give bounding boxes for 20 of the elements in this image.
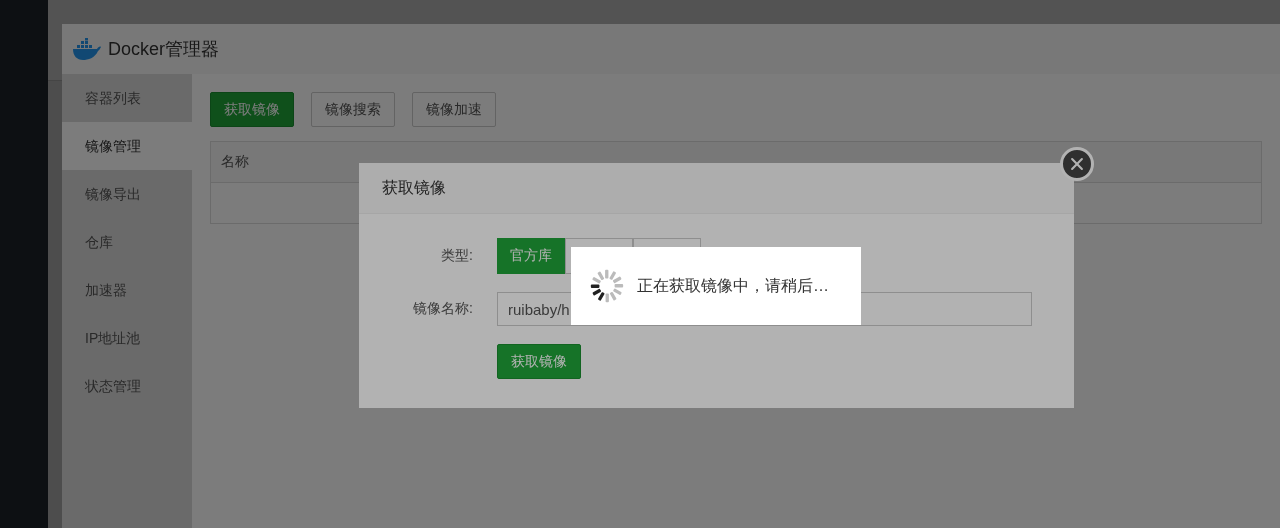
sidebar-item[interactable]: IP地址池 — [62, 314, 192, 362]
toolbar-button[interactable]: 镜像加速 — [412, 92, 496, 127]
sidebar-item[interactable]: 仓库 — [62, 218, 192, 266]
sidebar-item[interactable]: 容器列表 — [62, 74, 192, 122]
spinner-icon — [588, 267, 626, 305]
field-label: 类型: — [440, 247, 473, 265]
toolbar-button[interactable]: 镜像搜索 — [311, 92, 395, 127]
dialog-title: 获取镜像 — [382, 177, 446, 198]
sidebar-item[interactable]: 镜像导出 — [62, 170, 192, 218]
field-label: 镜像名称: — [412, 300, 473, 318]
window-title: Docker管理器 — [108, 38, 219, 61]
sidebar-item[interactable]: 加速器 — [62, 266, 192, 314]
loading-message: 正在获取镜像中，请稍后… — [637, 275, 829, 296]
toolbar-button[interactable]: 获取镜像 — [210, 92, 294, 127]
fetch-button[interactable]: 获取镜像 — [497, 344, 581, 379]
whale-icon — [72, 38, 102, 60]
sidebar-item[interactable]: 镜像管理 — [62, 122, 192, 170]
column-header: 名称 — [220, 153, 250, 171]
sidebar-item[interactable]: 状态管理 — [62, 362, 192, 410]
type-option[interactable]: 官方库 — [497, 238, 565, 274]
